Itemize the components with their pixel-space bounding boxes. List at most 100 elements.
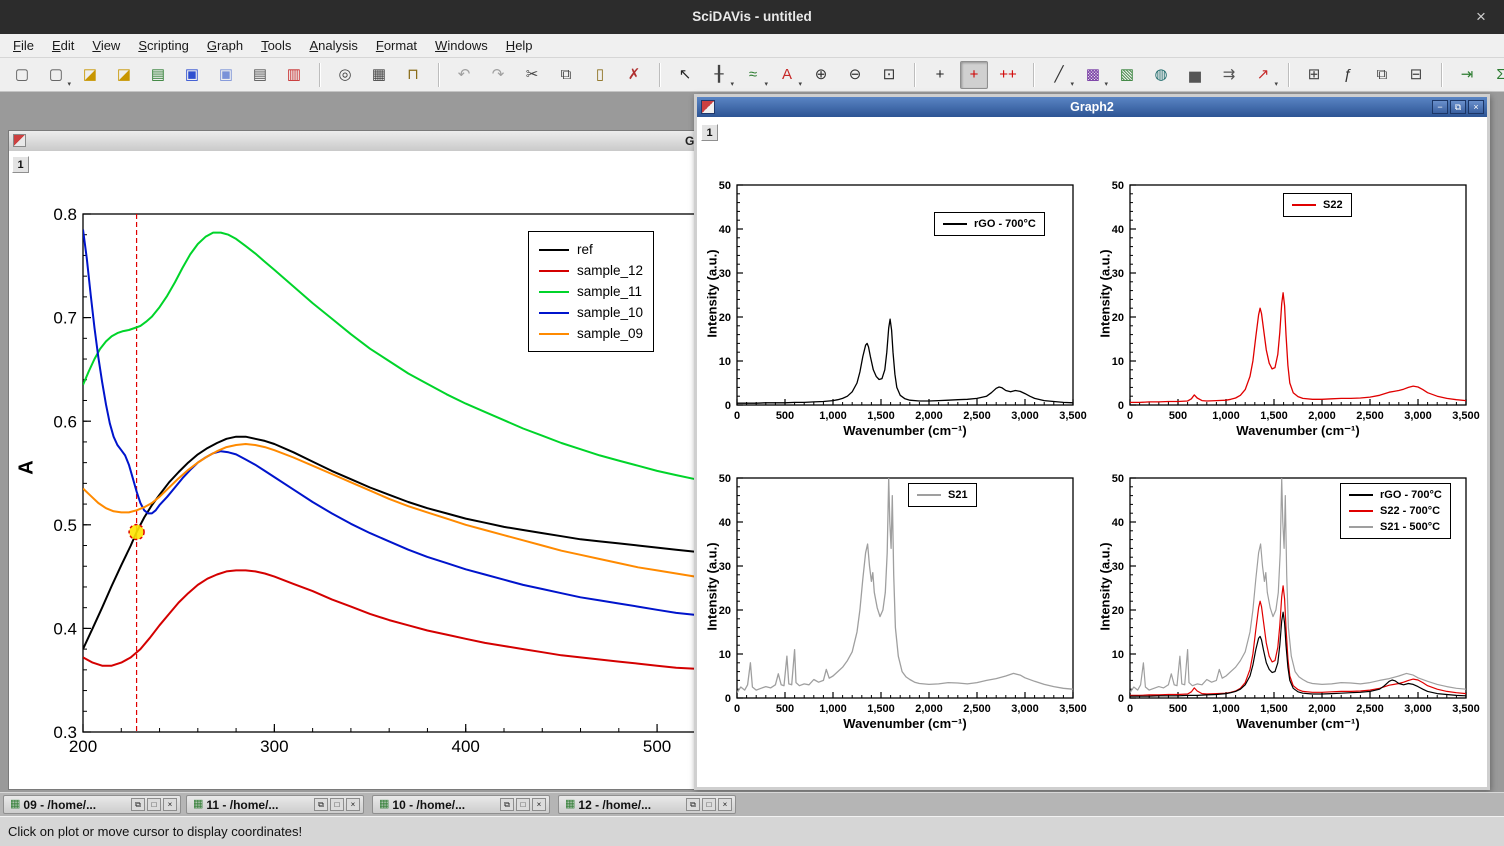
curve-style-dropdown-arrow[interactable]: ▾ [764,80,768,88]
taskbar-item-09[interactable]: ▦09 - /home/...⧉□× [3,795,181,814]
raman-bl-legend[interactable]: S21 [908,483,977,507]
import-table-icon[interactable]: ⇥ [1453,61,1481,89]
copy-icon[interactable]: ⧉ [552,61,580,89]
raman-chart-s21[interactable]: 05001,0001,5002,0002,5003,0003,500010203… [709,470,1089,720]
add-text-icon[interactable]: A▾ [773,61,801,89]
project-explorer-icon[interactable]: ◎ [331,61,359,89]
menu-item-format[interactable]: Format [367,34,426,57]
open-template-icon[interactable]: ◪ [110,61,138,89]
uvvis-legend[interactable]: refsample_12sample_11sample_10sample_09 [528,231,654,352]
draw-arrow-icon[interactable]: ↗▾ [1249,61,1277,89]
draw-line-dropdown-arrow[interactable]: ▾ [1070,80,1074,88]
legend-label: ref [577,242,593,257]
taskbar-close-icon[interactable]: × [346,798,360,811]
menu-item-help[interactable]: Help [497,34,542,57]
paste-icon[interactable]: ▯ [586,61,614,89]
graph2-layer-button[interactable]: 1 [701,124,718,141]
results-log-icon[interactable]: ▦ [365,61,393,89]
rescale-to-show-all-icon[interactable]: ⊡ [875,61,903,89]
delete-selection-icon[interactable]: ✗ [620,61,648,89]
graph2-minimize-button[interactable]: − [1432,100,1448,114]
minimized-windows-bar: ▦09 - /home/...⧉□× ▦11 - /home/...⧉□× ▦10 … [0,792,1504,817]
save-template-icon[interactable]: ▣ [212,61,240,89]
curve-style-icon[interactable]: ≈▾ [739,61,767,89]
new-project-icon[interactable]: ▢ [8,61,36,89]
taskbar-close-icon[interactable]: × [718,798,732,811]
taskbar-restore-icon[interactable]: ⧉ [686,798,700,811]
add-image-icon[interactable]: ▧ [1113,61,1141,89]
taskbar-close-icon[interactable]: × [532,798,546,811]
menu-item-tools[interactable]: Tools [252,34,300,57]
graph2-restore-button[interactable]: ⧉ [1450,100,1466,114]
histogram-icon[interactable]: ▅ [1181,61,1209,89]
draw-arrow-dropdown-arrow[interactable]: ▾ [1274,80,1278,88]
data-reader-icon[interactable]: + [960,61,988,89]
zoom-out-icon[interactable]: ⊖ [841,61,869,89]
taskbar-restore-icon[interactable]: ⧉ [314,798,328,811]
arrange-layers-icon[interactable]: ⊟ [1402,61,1430,89]
vector-plot-icon[interactable]: ⇉ [1215,61,1243,89]
close-icon[interactable]: × [1458,0,1504,34]
taskbar-restore-icon[interactable]: ⧉ [131,798,145,811]
lock-toolbars-icon[interactable]: ⊓ [399,61,427,89]
graph1-window-icon [13,134,26,147]
draw-line-icon[interactable]: ╱▾ [1045,61,1073,89]
zoom-in-icon[interactable]: ⊕ [807,61,835,89]
taskbar-maximize-icon[interactable]: □ [702,798,716,811]
menu-item-graph[interactable]: Graph [198,34,252,57]
svg-text:2,500: 2,500 [963,410,991,422]
new-aspect-dropdown-arrow[interactable]: ▾ [67,80,71,88]
taskbar-maximize-icon[interactable]: □ [330,798,344,811]
taskbar-maximize-icon[interactable]: □ [147,798,161,811]
taskbar-item-10[interactable]: ▦10 - /home/...⧉□× [372,795,550,814]
menu-item-analysis[interactable]: Analysis [300,34,366,57]
menu-item-windows[interactable]: Windows [426,34,497,57]
menu-item-scripting[interactable]: Scripting [129,34,198,57]
redo-icon[interactable]: ↷ [484,61,512,89]
graph2-body: 1 05001,0001,5002,0002,5003,0003,5000102… [697,117,1487,787]
legend-label: sample_09 [577,326,643,341]
legend-label: sample_11 [577,284,642,299]
select-data-range-dropdown-arrow[interactable]: ▾ [730,80,734,88]
plot-3d-icon[interactable]: ◍ [1147,61,1175,89]
graph1-titlebar[interactable]: G [9,131,696,152]
print-icon[interactable]: ▤ [246,61,274,89]
menu-item-file[interactable]: File [4,34,43,57]
titlebar[interactable]: SciDAVis - untitled × [0,0,1504,34]
open-project-icon[interactable]: ◪ [76,61,104,89]
color-map-dropdown-arrow[interactable]: ▾ [1104,80,1108,88]
taskbar-item-11[interactable]: ▦11 - /home/...⧉□× [186,795,364,814]
column-statistics-icon[interactable]: Σ [1487,61,1504,89]
select-data-range-icon[interactable]: ╂▾ [705,61,733,89]
raman-tr-legend[interactable]: S22 [1283,193,1352,217]
duplicate-window-icon[interactable]: ⧉ [1368,61,1396,89]
save-project-icon[interactable]: ▣ [178,61,206,89]
screen-reader-icon[interactable]: + [926,61,954,89]
add-layer-icon[interactable]: ⊞ [1300,61,1328,89]
graph1-layer-button[interactable]: 1 [12,156,29,173]
graph2-close-button[interactable]: × [1468,100,1484,114]
taskbar-restore-icon[interactable]: ⧉ [500,798,514,811]
cut-icon[interactable]: ✂ [518,61,546,89]
legend-entry-sample_11: sample_11 [539,281,643,302]
select-range-icon[interactable]: ++ [994,61,1022,89]
menu-item-view[interactable]: View [83,34,129,57]
fit-wizard-icon[interactable]: ƒ [1334,61,1362,89]
raman-br-legend[interactable]: rGO - 700°CS22 - 700°CS21 - 500°C [1340,483,1451,539]
raman_bl-plot[interactable]: 05001,0001,5002,0002,5003,0003,500010203… [709,470,1089,720]
taskbar-close-icon[interactable]: × [163,798,177,811]
undo-glyph: ↶ [458,67,471,82]
raman-tl-legend[interactable]: rGO - 700°C [934,212,1045,236]
taskbar-maximize-icon[interactable]: □ [516,798,530,811]
pointer-icon[interactable]: ↖ [671,61,699,89]
menu-item-edit[interactable]: Edit [43,34,83,57]
svg-text:0.3: 0.3 [53,723,77,742]
new-aspect-icon[interactable]: ▢▾ [42,61,70,89]
color-map-icon[interactable]: ▩▾ [1079,61,1107,89]
export-pdf-icon[interactable]: ▥ [280,61,308,89]
taskbar-item-12[interactable]: ▦12 - /home/...⧉□× [558,795,736,814]
graph2-titlebar[interactable]: Graph2 −⧉× [697,97,1487,117]
add-text-dropdown-arrow[interactable]: ▾ [798,80,802,88]
import-ascii-icon[interactable]: ▤ [144,61,172,89]
undo-icon[interactable]: ↶ [450,61,478,89]
